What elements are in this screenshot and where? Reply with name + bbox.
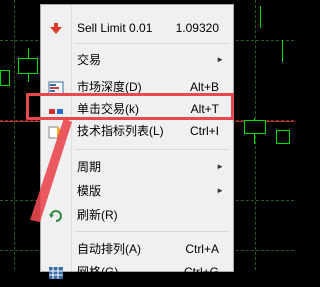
highlight-box — [26, 93, 234, 120]
annotation-pointer-arrow — [30, 118, 72, 222]
